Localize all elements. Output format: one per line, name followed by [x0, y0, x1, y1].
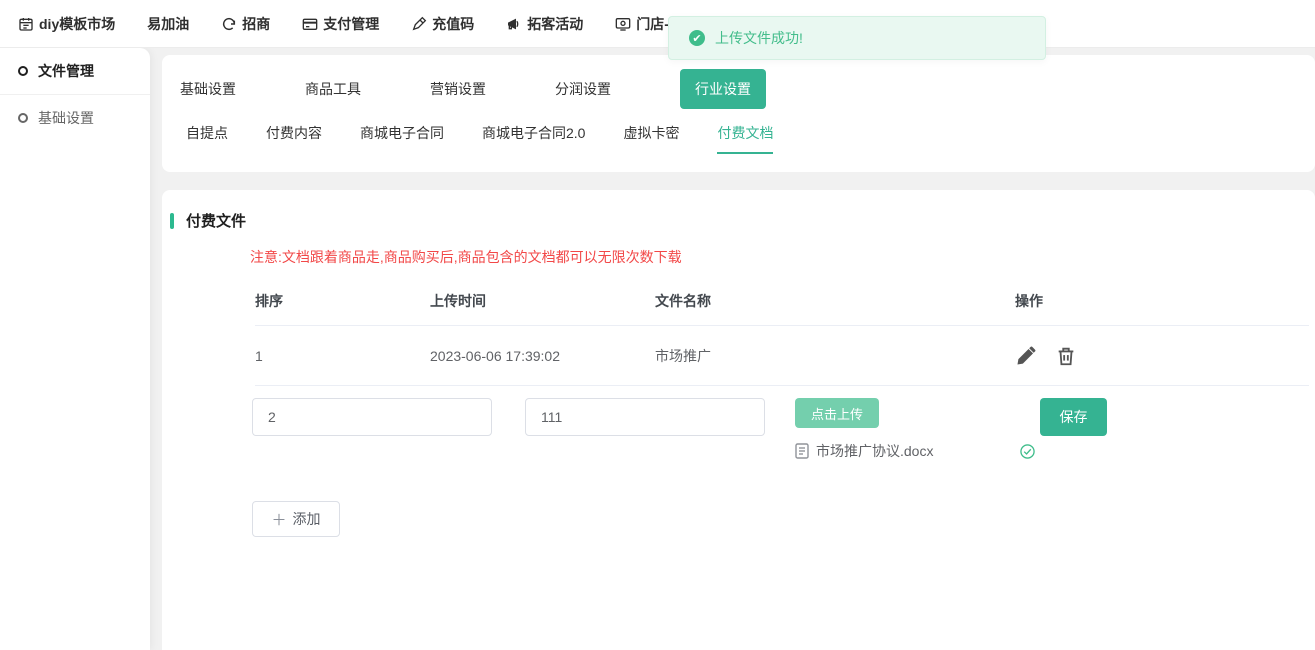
pen-icon: [411, 16, 427, 32]
section-header: 付费文件: [170, 210, 1315, 231]
tab-industry-settings[interactable]: 行业设置: [680, 69, 766, 109]
subtab-pickup-point[interactable]: 自提点: [186, 123, 228, 152]
section-accent-bar: [170, 213, 174, 229]
table-row: 1 2023-06-06 17:39:02 市场推广: [255, 326, 1309, 386]
nav-item-zhaoshang[interactable]: 招商: [221, 14, 270, 34]
files-table: 排序 上传时间 文件名称 操作 1 2023-06-06 17:39:02 市场…: [255, 283, 1309, 386]
save-button[interactable]: 保存: [1040, 398, 1107, 436]
nav-item-yijiayou[interactable]: 易加油: [147, 14, 189, 34]
uploaded-file-name: 市场推广协议.docx: [816, 441, 1020, 461]
nav-label: 支付管理: [323, 14, 379, 34]
toast-message: 上传文件成功!: [715, 28, 803, 48]
cell-sort: 1: [255, 348, 430, 364]
plus-icon: ＋: [271, 509, 286, 530]
tabs-card: 基础设置 商品工具 营销设置 分润设置 行业设置 自提点 付费内容 商城电子合同…: [162, 55, 1315, 172]
upload-block: 点击上传 市场推广协议.docx: [795, 398, 1040, 461]
subtab-virtual-card[interactable]: 虚拟卡密: [623, 123, 679, 152]
notice-text: 注意:文档跟着商品走,商品购买后,商品包含的文档都可以无限次数下载: [250, 247, 1315, 267]
column-header-sort: 排序: [255, 291, 430, 311]
sidebar: 文件管理 基础设置: [0, 48, 150, 650]
tab-product-tools[interactable]: 商品工具: [305, 79, 361, 99]
tab-marketing-settings[interactable]: 营销设置: [430, 79, 486, 99]
cell-file-name: 市场推广: [655, 346, 1015, 366]
edit-pencil-icon[interactable]: [1015, 345, 1037, 367]
tab-basic-settings[interactable]: 基础设置: [180, 79, 236, 99]
nav-item-payment-management[interactable]: 支付管理: [302, 14, 379, 34]
subtab-mall-econtract-2[interactable]: 商城电子合同2.0: [482, 123, 585, 152]
upload-success-toast: ✔ 上传文件成功!: [668, 16, 1046, 60]
monitor-icon: [615, 16, 631, 32]
upload-success-circle-icon: [1020, 444, 1035, 459]
add-button-label: 添加: [293, 509, 321, 529]
column-header-upload-time: 上传时间: [430, 291, 655, 311]
success-check-icon: ✔: [689, 30, 705, 46]
nav-label: 拓客活动: [527, 14, 583, 34]
sidebar-item-file-management[interactable]: 文件管理: [0, 48, 150, 95]
nav-item-customer-activity[interactable]: 拓客活动: [506, 14, 583, 34]
top-navigation: diy模板市场 易加油 招商 支付管理 充值码 拓客活动 门店-收银台: [0, 0, 1315, 48]
megaphone-icon: [506, 16, 522, 32]
nav-label: diy模板市场: [39, 14, 115, 34]
file-name-input[interactable]: [525, 398, 765, 436]
recycle-icon: [221, 16, 237, 32]
nav-label: 易加油: [147, 14, 189, 34]
tab-profit-settings[interactable]: 分润设置: [555, 79, 611, 99]
secondary-tabs: 自提点 付费内容 商城电子合同 商城电子合同2.0 虚拟卡密 付费文档: [162, 109, 1315, 154]
sort-input[interactable]: [252, 398, 492, 436]
subtab-paid-content[interactable]: 付费内容: [266, 123, 322, 152]
new-file-form: 点击上传 市场推广协议.docx 保存: [252, 398, 1315, 461]
uploaded-file-item[interactable]: 市场推广协议.docx: [795, 441, 1035, 461]
page-title: 付费文件: [186, 210, 246, 231]
delete-trash-icon[interactable]: [1055, 345, 1077, 367]
card-icon: [302, 16, 318, 32]
add-row-button[interactable]: ＋ 添加: [252, 501, 340, 537]
subtab-mall-econtract[interactable]: 商城电子合同: [360, 123, 444, 152]
cell-upload-time: 2023-06-06 17:39:02: [430, 348, 655, 364]
nav-item-diy-template-market[interactable]: diy模板市场: [18, 14, 115, 34]
nav-label: 招商: [242, 14, 270, 34]
column-header-file-name: 文件名称: [655, 291, 1015, 311]
table-header-row: 排序 上传时间 文件名称 操作: [255, 283, 1309, 326]
nav-item-recharge-code[interactable]: 充值码: [411, 14, 474, 34]
radio-circle-icon: [18, 113, 28, 123]
sidebar-item-label: 文件管理: [38, 61, 94, 81]
sidebar-item-label: 基础设置: [38, 108, 94, 128]
cell-actions: [1015, 345, 1309, 367]
sidebar-item-basic-settings[interactable]: 基础设置: [0, 95, 150, 141]
calendar-icon: [18, 16, 34, 32]
primary-tabs: 基础设置 商品工具 营销设置 分润设置 行业设置: [162, 55, 1315, 109]
column-header-actions: 操作: [1015, 291, 1309, 311]
document-icon: [795, 443, 809, 459]
radio-circle-icon: [18, 66, 28, 76]
subtab-paid-documents[interactable]: 付费文档: [717, 123, 773, 154]
nav-label: 充值码: [432, 14, 474, 34]
content-card: 付费文件 注意:文档跟着商品走,商品购买后,商品包含的文档都可以无限次数下载 排…: [162, 190, 1315, 650]
upload-button[interactable]: 点击上传: [795, 398, 879, 428]
